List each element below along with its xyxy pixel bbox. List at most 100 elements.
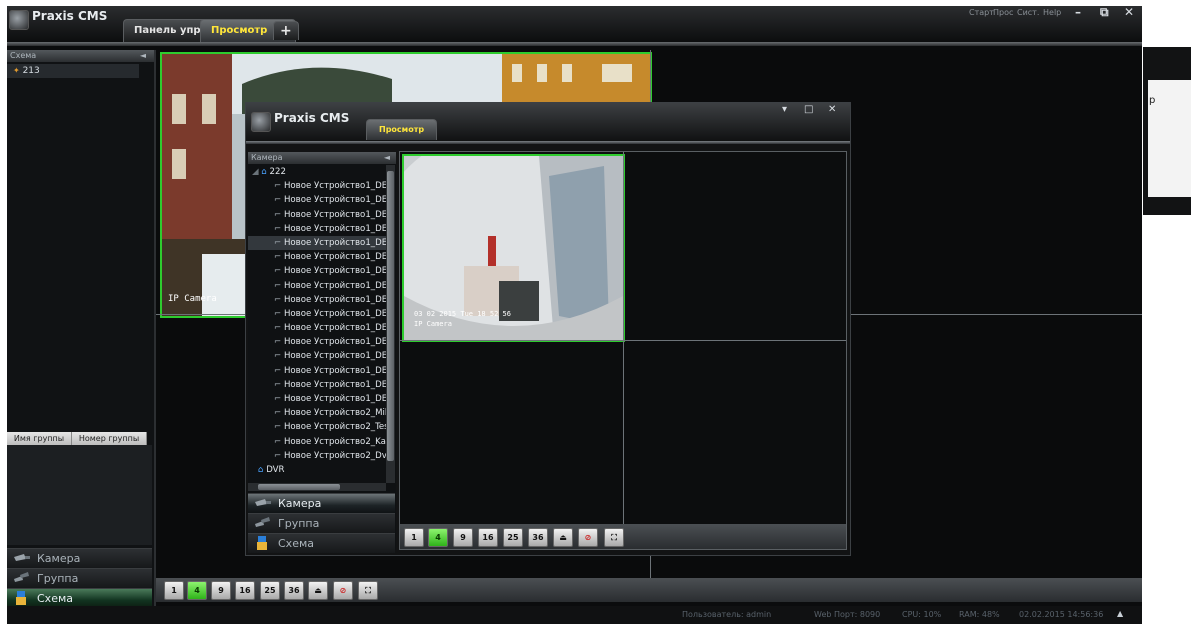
stop-all-button[interactable]: ⊘	[333, 581, 353, 600]
close-button[interactable]: ✕	[1124, 5, 1134, 19]
device-tree: ◢ ⌂ 222 ⌐ Новое Устройство1_DEVIC⌐ Новое…	[248, 165, 386, 481]
nav-label: Камера	[37, 552, 81, 565]
device-item[interactable]: ⌐ Новое Устройство1_DEVIC	[248, 349, 386, 363]
layout-9-button[interactable]: 9	[453, 528, 473, 547]
device-label: Новое Устройство1_DEVIC	[283, 195, 386, 206]
layout-9-button[interactable]: 9	[211, 581, 231, 600]
device-item[interactable]: ⌐ Новое Устройство1_DEVIC	[248, 279, 386, 293]
inner-nav-scheme[interactable]: Схема	[248, 533, 395, 553]
device-item[interactable]: ⌐ Новое Устройство1_DEVIC	[248, 321, 386, 335]
layout-36-button[interactable]: 36	[528, 528, 548, 547]
fullscreen-button[interactable]: ⛶	[604, 528, 624, 547]
device-item[interactable]: ⌐ Новое Устройство1_DEVIC	[248, 235, 386, 251]
device-item[interactable]: ⌐ Новое Устройство2_Mikro	[248, 406, 386, 420]
camera-overlay-label: IP Camera	[168, 294, 217, 304]
inner-left-panel: Камера ◄ ◢ ⌂ 222 ⌐ Новое Устройство1_DEV…	[248, 152, 396, 553]
nav-camera[interactable]: Камера	[7, 548, 152, 568]
collapse-icon[interactable]: ◄	[384, 152, 390, 164]
device-item[interactable]: ⌐ Новое Устройство2_Dvor	[248, 449, 386, 463]
menu-view[interactable]: Прос	[993, 8, 1013, 17]
device-item[interactable]: ⌐ Новое Устройство1_DEVIC	[248, 250, 386, 264]
nav-scheme[interactable]: Схема	[7, 588, 152, 608]
layout-4-button[interactable]: 4	[428, 528, 448, 547]
camera-icon: ⌐	[274, 351, 284, 362]
camera-icon: ⌐	[274, 408, 284, 419]
left-nav: Камера Группа Схема	[7, 548, 152, 608]
tree-item-213[interactable]: ✦ 213	[7, 64, 139, 78]
app-logo-icon	[9, 10, 29, 30]
group-table-header: Имя группы Номер группы	[7, 432, 152, 445]
device-item[interactable]: ⌐ Новое Устройство1_DEVIC	[248, 179, 386, 193]
menu-help[interactable]: Help	[1043, 8, 1061, 17]
device-item[interactable]: ⌐ Новое Устройство1_DEVIC	[248, 335, 386, 349]
scrollbar-thumb[interactable]	[387, 171, 394, 461]
device-item[interactable]: ⌐ Новое Устройство2_Test	[248, 420, 386, 434]
device-label: Новое Устройство2_Dvor	[283, 450, 386, 461]
collapse-icon[interactable]: ◄	[140, 50, 146, 62]
nav-label: Схема	[278, 537, 314, 550]
status-expand-icon[interactable]: ▲	[1117, 609, 1123, 618]
menu-system[interactable]: Сист.	[1017, 8, 1039, 17]
inner-camera-cell-1[interactable]: 03 02 2015 Tue 18 52 56 IP Camera	[402, 154, 625, 342]
device-item[interactable]: ⌐ Новое Устройство1_DEVIC	[248, 208, 386, 222]
tree-scrollbar-vertical[interactable]	[386, 165, 395, 483]
tree-root-label: 222	[269, 167, 286, 177]
inner-minimize-button[interactable]: ▾	[782, 104, 787, 115]
camera-icon: ⌐	[274, 223, 284, 234]
stop-all-button[interactable]: ⊘	[578, 528, 598, 547]
group-icon	[255, 517, 270, 527]
tree-root-label: DVR	[266, 464, 285, 475]
eject-button[interactable]: ⏏	[308, 581, 328, 600]
tree-root[interactable]: ◢ ⌂ 222	[248, 165, 386, 179]
device-label: Новое Устройство1_DEVIC	[283, 323, 386, 334]
device-item[interactable]: ⌐ Новое Устройство1_DEVIC	[248, 392, 386, 406]
device-label: Новое Устройство1_DEVIC	[283, 237, 386, 248]
camera-icon: ⌐	[274, 436, 284, 447]
camera-icon: ⌐	[274, 308, 284, 319]
device-label: Новое Устройство2_Kabin	[283, 436, 386, 447]
layout-25-button[interactable]: 25	[260, 581, 280, 600]
device-item[interactable]: ⌐ Новое Устройство1_DEVIC	[248, 378, 386, 392]
layout-36-button[interactable]: 36	[284, 581, 304, 600]
device-item[interactable]: ⌐ Новое Устройство1_DEVIC	[248, 364, 386, 378]
layout-4-button[interactable]: 4	[187, 581, 207, 600]
maximize-button[interactable]: ⧉	[1100, 5, 1109, 20]
tree-scrollbar-horizontal[interactable]	[248, 483, 386, 491]
title-bar: Praxis CMS Панель управ Просмотр × + Ста…	[7, 5, 1142, 42]
layout-1-button[interactable]: 1	[164, 581, 184, 600]
device-item[interactable]: ⌐ Новое Устройство1_DEVIC	[248, 222, 386, 236]
inner-nav-group[interactable]: Группа	[248, 513, 395, 533]
inner-tab-strip-border	[246, 141, 850, 144]
menu-start[interactable]: Старт	[969, 8, 994, 17]
device-item[interactable]: ⌐ Новое Устройство2_Kabin	[248, 435, 386, 449]
add-tab-button[interactable]: +	[273, 21, 299, 40]
inner-toolbar: 1 4 9 16 25 36 ⏏ ⊘ ⛶	[400, 524, 846, 549]
tab-strip-border	[7, 42, 1142, 46]
layout-16-button[interactable]: 16	[235, 581, 255, 600]
device-item[interactable]: ⌐ Новое Устройство1_DEVIC	[248, 193, 386, 207]
device-label: Новое Устройство1_DEVIC	[283, 365, 386, 376]
column-group-name[interactable]: Имя группы	[7, 432, 72, 445]
inner-maximize-button[interactable]: □	[804, 104, 813, 115]
device-item[interactable]: ⌐ Новое Устройство1_DEVIC	[248, 264, 386, 278]
inner-nav-camera[interactable]: Камера	[248, 493, 395, 513]
fullscreen-button[interactable]: ⛶	[358, 581, 378, 600]
inner-tab-view[interactable]: Просмотр	[366, 119, 438, 140]
layout-1-button[interactable]: 1	[404, 528, 424, 547]
nav-group[interactable]: Группа	[7, 568, 152, 588]
minimize-button[interactable]: –	[1075, 5, 1081, 19]
eject-button[interactable]: ⏏	[553, 528, 573, 547]
camera-icon: ⌐	[274, 266, 284, 277]
tree-root-dvr[interactable]: ⌂ DVR	[248, 463, 386, 477]
inner-close-button[interactable]: ✕	[828, 104, 836, 115]
layout-16-button[interactable]: 16	[478, 528, 498, 547]
layout-25-button[interactable]: 25	[503, 528, 523, 547]
device-item[interactable]: ⌐ Новое Устройство1_DEVIC	[248, 293, 386, 307]
dialog-text: р	[1149, 95, 1156, 106]
device-label: Новое Устройство1_DEVIC	[283, 223, 386, 234]
scheme-node-icon: ✦	[13, 66, 20, 75]
scrollbar-thumb[interactable]	[258, 484, 340, 490]
device-item[interactable]: ⌐ Новое Устройство1_DEVIC	[248, 307, 386, 321]
camera-timestamp: 03 02 2015 Tue 18 52 56	[414, 310, 511, 318]
column-group-number[interactable]: Номер группы	[72, 432, 147, 445]
